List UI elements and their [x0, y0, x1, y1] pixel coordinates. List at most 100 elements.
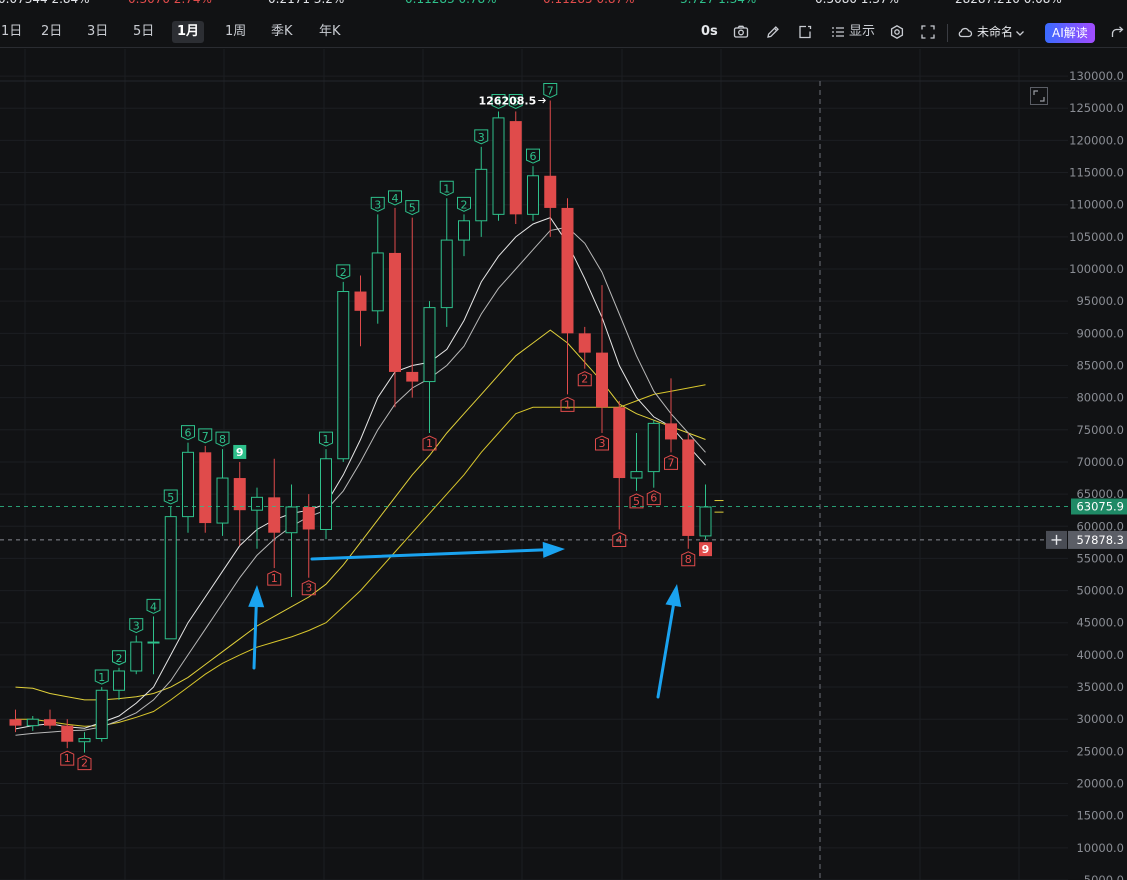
candle[interactable]: [233, 461, 246, 546]
y-tick-label: 55000.0: [1076, 551, 1124, 565]
candle-body-down: [199, 452, 212, 524]
candle[interactable]: [544, 100, 557, 237]
y-tick-label: 80000.0: [1076, 391, 1124, 405]
sequence-count-text: 2: [581, 373, 588, 386]
ai-interpret-button[interactable]: AI解读: [1045, 23, 1095, 43]
candle[interactable]: [354, 275, 367, 347]
sequence-count-text: 1: [98, 671, 105, 684]
candle[interactable]: [164, 506, 177, 640]
ticker-item[interactable]: 0.2171 3.2%: [268, 0, 344, 6]
candle-body-up: [320, 458, 332, 530]
candle-body-up: [216, 477, 229, 524]
sequence-count-text: 1: [426, 437, 433, 450]
y-tick-label: 105000.0: [1069, 230, 1124, 244]
candle[interactable]: [130, 635, 143, 675]
candle[interactable]: [182, 442, 194, 533]
candle-body-down: [544, 175, 557, 208]
sequence-count-text: 5: [409, 202, 416, 215]
candle[interactable]: [147, 616, 160, 675]
ticker-item[interactable]: 0.07344 2.84%: [0, 0, 90, 6]
candle[interactable]: [665, 378, 677, 453]
toolbar-divider: [947, 24, 948, 42]
candle[interactable]: [9, 709, 22, 733]
candle-body-up: [26, 718, 39, 727]
peak-price-label: 126208.5: [478, 94, 536, 107]
peak-arrow-icon: [538, 97, 546, 104]
candle[interactable]: [492, 111, 505, 221]
chart-toolbar: 1日 2日 3日 5日 1月 1周 季K 年K 0s 显示 未命名 AI解读: [0, 18, 1127, 48]
candle-body-down: [509, 121, 522, 215]
period-1w[interactable]: 1周: [220, 21, 251, 43]
ticker-item[interactable]: 0.11283 0.78%: [405, 0, 497, 6]
sequence-count-label: 7: [198, 428, 213, 444]
share-icon[interactable]: [1110, 24, 1126, 40]
candle[interactable]: [440, 198, 453, 327]
annotation-arrow-left-shaft: [252, 605, 258, 670]
period-5d[interactable]: 5日: [128, 21, 159, 43]
draw-pen-icon[interactable]: [765, 24, 781, 40]
candle[interactable]: [199, 445, 212, 533]
candle-body-down: [61, 725, 74, 742]
export-icon[interactable]: [797, 24, 813, 40]
camera-icon[interactable]: [733, 24, 749, 40]
candle[interactable]: [268, 458, 281, 569]
ticker-item[interactable]: 3.727 1.34%: [680, 0, 756, 6]
period-3d[interactable]: 3日: [82, 21, 113, 43]
candle[interactable]: [475, 146, 488, 237]
sequence-count-text: 6: [185, 427, 192, 440]
sequence-count-text: 1: [64, 752, 71, 765]
candle[interactable]: [527, 166, 539, 221]
candle[interactable]: [406, 217, 419, 398]
candle[interactable]: [337, 281, 350, 462]
sequence-count-text: 2: [81, 757, 88, 770]
y-tick-label: 115000.0: [1069, 166, 1124, 180]
candle[interactable]: [320, 449, 332, 540]
period-quarter[interactable]: 季K: [266, 21, 298, 43]
ticker-strip: 0.07344 2.84% 0.3070 2.74% 0.2171 3.2% 0.11…: [0, 0, 1127, 8]
period-2d[interactable]: 2日: [36, 21, 67, 43]
fullscreen-icon[interactable]: [920, 24, 936, 40]
indicator-list-icon[interactable]: [830, 24, 846, 40]
candle[interactable]: [423, 301, 436, 434]
candle[interactable]: [113, 667, 125, 700]
ticker-item[interactable]: 0.5080 1.37%: [815, 0, 899, 6]
ticker-item[interactable]: 28287.210 0.08%: [955, 0, 1062, 6]
candle[interactable]: [699, 484, 712, 540]
ticker-item[interactable]: 0.11285 0.87%: [543, 0, 635, 6]
candle[interactable]: [78, 732, 91, 753]
candle-body-up: [475, 168, 488, 222]
y-tick-label: 40000.0: [1076, 648, 1124, 662]
settings-hexagon-icon[interactable]: [889, 24, 905, 40]
y-tick-label: 90000.0: [1076, 326, 1124, 340]
candle[interactable]: [44, 709, 56, 729]
display-button[interactable]: 显示: [849, 21, 875, 43]
candle[interactable]: [682, 433, 695, 549]
period-year[interactable]: 年K: [314, 21, 346, 43]
period-1m[interactable]: 1月: [172, 21, 205, 43]
cloud-icon[interactable]: [957, 24, 973, 40]
sequence-count-label: 6: [526, 148, 540, 164]
sequence-count-text: 1: [271, 572, 278, 585]
candle[interactable]: [285, 484, 298, 598]
y-tick-label: 5000.0: [1084, 873, 1124, 880]
candle[interactable]: [613, 400, 626, 530]
candle-body-down: [665, 423, 677, 440]
layout-name-dropdown[interactable]: 未命名: [977, 21, 1013, 43]
annotation-arrow-left-head: [248, 585, 265, 608]
sequence-count-label: 6: [181, 425, 195, 441]
candle[interactable]: [509, 111, 522, 224]
candle[interactable]: [95, 687, 108, 742]
sequence-count-label: 3: [129, 618, 144, 634]
ticker-item[interactable]: 0.3070 2.74%: [128, 0, 212, 6]
candle-body-down: [613, 407, 626, 479]
candle[interactable]: [26, 716, 39, 731]
sequence-count-text: 9: [236, 446, 244, 459]
candle[interactable]: [647, 420, 660, 488]
sequence-count-text: 2: [340, 266, 347, 279]
chevron-down-icon[interactable]: [1014, 27, 1026, 39]
candlestick-chart[interactable]: 5000.0 10000.0 15000.0 20000.0 25000.0 30000.…: [0, 49, 1127, 880]
candle-body-down: [302, 506, 315, 530]
period-1d[interactable]: 1日: [0, 21, 27, 43]
candle[interactable]: [371, 214, 384, 324]
candle[interactable]: [458, 214, 470, 257]
